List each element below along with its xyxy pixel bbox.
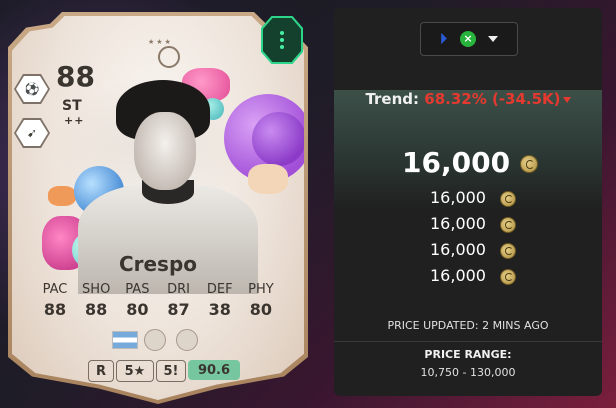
- league-badge-icon: [144, 329, 166, 351]
- card-position: ST: [62, 98, 82, 114]
- stat-label: PHY: [248, 282, 274, 297]
- price-value: 16,000: [430, 188, 486, 207]
- main-price: 16,000: [402, 146, 539, 179]
- price-row: 16,000: [430, 188, 516, 207]
- stat-label: SHO: [82, 282, 111, 297]
- trend-value: 68.32% (-34.5K): [424, 90, 561, 108]
- trend-row: Trend: 68.32% (-34.5K): [334, 90, 602, 108]
- trend-label: Trend:: [365, 90, 420, 108]
- stat-value: 38: [208, 300, 231, 319]
- player-face-image: [134, 112, 196, 190]
- card-score-badge: 90.6: [188, 360, 240, 380]
- coin-icon: [520, 155, 539, 173]
- price-updated-text: PRICE UPDATED: 2 MINS AGO: [387, 319, 549, 332]
- coin-icon: [499, 216, 516, 233]
- price-row: 16,000: [430, 240, 516, 259]
- club-badge-icon: [176, 329, 198, 351]
- stat-value: 87: [167, 300, 190, 319]
- stat-values: 88 88 80 87 38 80: [36, 300, 280, 319]
- main-price-value: 16,000: [402, 146, 511, 179]
- price-row: 16,000: [430, 214, 516, 233]
- stat-value: 88: [43, 300, 67, 319]
- card-rating: 88: [56, 60, 95, 93]
- coin-icon: [499, 242, 516, 259]
- stat-value: 88: [85, 300, 108, 319]
- price-value: 16,000: [430, 266, 486, 285]
- xbox-icon: ×: [460, 31, 476, 47]
- trend-down-icon: [562, 96, 571, 103]
- price-range-label: PRICE RANGE:: [424, 348, 512, 361]
- crest-icon: [158, 46, 180, 68]
- playstation-icon: ⏵: [440, 31, 447, 47]
- coin-icon: [499, 190, 516, 207]
- weak-foot-badge: 5★: [116, 360, 154, 382]
- stat-value: 80: [249, 300, 273, 319]
- stat-label: DEF: [206, 282, 233, 297]
- player-name: Crespo: [118, 252, 198, 276]
- platform-select[interactable]: ⏵ ×: [420, 22, 518, 56]
- stat-labels: PAC SHO PAS DRI DEF PHY: [36, 282, 280, 297]
- price-value: 16,000: [430, 214, 486, 233]
- flower-decoration: [48, 186, 76, 206]
- work-rate-badge: R: [88, 360, 114, 382]
- flower-decoration: [252, 112, 304, 166]
- price-panel: ⏵ × Trend: 68.32% (-34.5K) 16,000 16,000…: [334, 8, 602, 396]
- stat-value: 80: [126, 300, 149, 319]
- coin-icon: [499, 268, 516, 285]
- flower-decoration: [248, 164, 288, 194]
- skill-moves-badge: 5!: [156, 360, 186, 382]
- divider: [334, 341, 602, 342]
- card-playstyle-plus: ++: [64, 114, 85, 127]
- price-value: 16,000: [430, 240, 486, 259]
- price-range-value: 10,750 - 130,000: [420, 366, 516, 379]
- chevron-down-icon: [488, 36, 498, 42]
- price-row: 16,000: [430, 266, 516, 285]
- stat-label: PAC: [42, 282, 68, 297]
- evolution-badge-icon[interactable]: [263, 18, 301, 62]
- stat-label: PAS: [125, 282, 150, 297]
- nationality-flag-icon: [112, 331, 138, 349]
- stat-label: DRI: [167, 282, 190, 297]
- crest-stars-icon: ★★★: [148, 38, 173, 46]
